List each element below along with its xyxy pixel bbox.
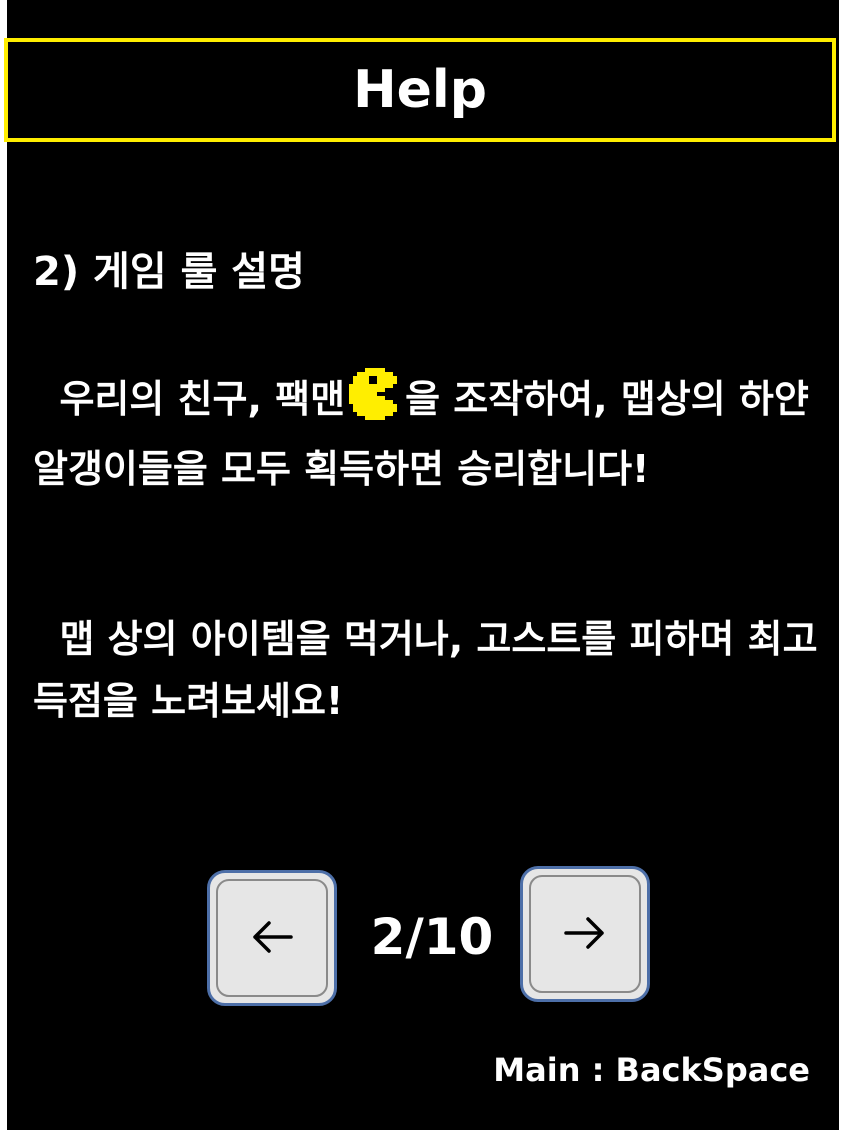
title-bar: Help [4,38,836,142]
backspace-hint: Main : BackSpace [493,1051,810,1089]
next-page-button[interactable] [520,866,650,1002]
page-indicator: 2/10 [370,908,494,966]
section-heading: 2) 게임 룰 설명 [33,249,305,295]
previous-page-button[interactable] [207,870,337,1006]
arrow-right-icon [560,913,610,956]
rules-paragraph-1: 우리의 친구, 팩맨 을 조작하여, 맵상의 하얀 알갱이들을 모두 획득하면 … [33,368,823,500]
next-button-face [529,875,641,993]
pacman-icon [349,368,401,438]
page-title: Help [353,60,487,120]
previous-button-face [216,879,328,997]
paragraph-1-text-start: 우리의 친구, 팩맨 [59,377,346,421]
arrow-left-icon [247,917,297,960]
paragraph-2-text: 맵 상의 아이템을 먹거나, 고스트를 피하며 최고 득점을 노려보세요! [33,617,818,723]
rules-paragraph-2: 맵 상의 아이템을 먹거나, 고스트를 피하며 최고 득점을 노려보세요! [33,608,823,732]
help-screen: Help 2) 게임 룰 설명 우리의 친구, 팩맨 을 조작하여, 맵상의 하… [4,0,839,1130]
